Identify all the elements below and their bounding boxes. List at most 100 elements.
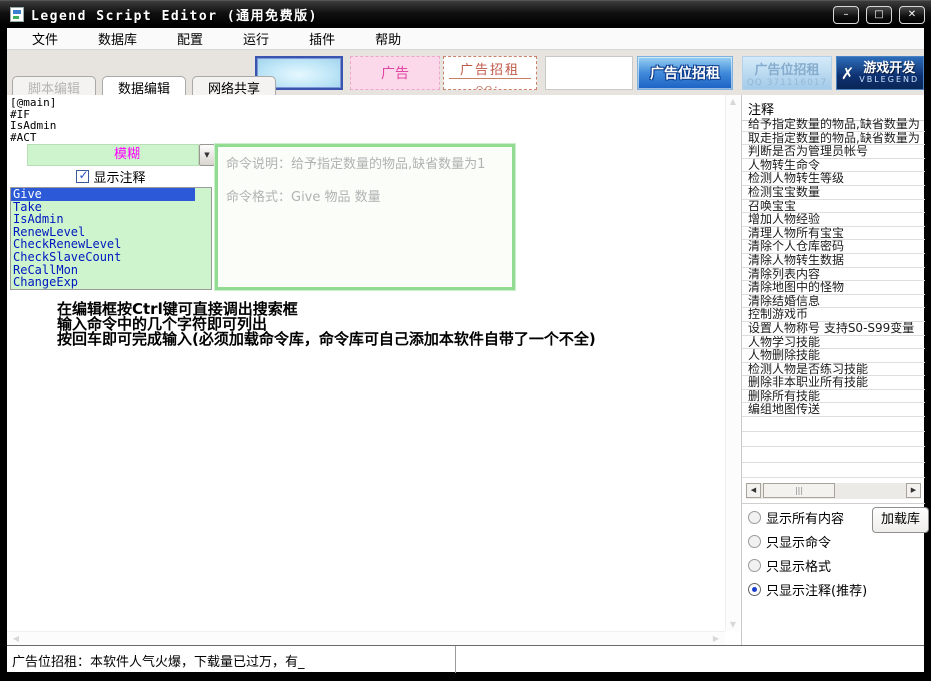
menu-item[interactable]: 文件 [19, 27, 71, 50]
command-list-item[interactable]: IsAdmin [11, 213, 211, 226]
tab-bar: 脚本编辑数据编辑网络共享 [7, 76, 276, 95]
command-list-item[interactable]: CheckSlaveCount [11, 251, 211, 264]
comment-list-item[interactable]: 清除人物转生数据 [742, 254, 925, 268]
app-icon [10, 7, 24, 22]
show-comment-row: 显示注释 [10, 166, 212, 187]
comment-list-item[interactable]: 取走指定数量的物品,缺省数量为 [742, 132, 925, 146]
load-library-button[interactable]: 加载库 [872, 507, 929, 533]
ad-banner-empty[interactable] [545, 56, 633, 90]
ad-banner-rent[interactable]: 广告招租 QQ：371116017 [443, 56, 537, 90]
scroll-right-icon[interactable]: ▶ [709, 632, 723, 646]
display-filter-radio[interactable]: 只显示注释(推荐) [748, 581, 924, 597]
comment-list-item[interactable]: 编组地图传送 [742, 403, 925, 417]
editor-vertical-scrollbar[interactable]: ▲ ▼ [725, 95, 740, 631]
match-mode-combobox[interactable]: 模糊 [27, 144, 199, 166]
ad-rent-title: 广告招租 [449, 57, 531, 79]
command-list[interactable]: GiveTakeIsAdminRenewLevelCheckRenewLevel… [10, 187, 212, 290]
show-comment-checkbox[interactable] [76, 170, 89, 183]
radio-label: 只显示命令 [766, 532, 831, 551]
menu-item[interactable]: 帮助 [362, 27, 414, 50]
comment-list-item[interactable]: 检测人物是否练习技能 [742, 363, 925, 377]
display-filter-radio[interactable]: 只显示命令 [748, 533, 924, 549]
ad-banner-rent-blue[interactable]: 广告位招租 [637, 56, 733, 90]
scroll-left-icon[interactable]: ◀ [746, 483, 761, 498]
comment-list-item[interactable]: 人物学习技能 [742, 336, 925, 350]
command-list-item[interactable]: ChangeExp [11, 276, 211, 289]
scroll-left-icon[interactable]: ◀ [9, 632, 23, 646]
description-line: 命令说明：给予指定数量的物品,缺省数量为1 [218, 147, 512, 172]
comment-list-item[interactable] [742, 417, 925, 432]
comment-list-item[interactable]: 删除非本职业所有技能 [742, 376, 925, 390]
comment-list-item[interactable]: 检测宝宝数量 [742, 186, 925, 200]
menu-item[interactable]: 配置 [164, 27, 216, 50]
radio-icon[interactable] [748, 583, 761, 596]
code-text: [@main]#IFIsAdmin#ACT [10, 97, 56, 143]
comment-list-item[interactable] [742, 447, 925, 462]
status-bar: 广告位招租：本软件人气火爆，下载量已过万，有_ [7, 645, 924, 672]
comment-list-item[interactable]: 召唤宝宝 [742, 200, 925, 214]
sidebar-divider [742, 503, 925, 504]
vblegend-logo-icon: ✗ [841, 64, 854, 83]
ad-banner-pink[interactable]: 广告 [350, 56, 440, 90]
comment-list-item[interactable]: 删除所有技能 [742, 390, 925, 404]
code-line: #ACT [10, 132, 56, 144]
comment-list-item[interactable]: 给予指定数量的物品,缺省数量为 [742, 118, 925, 132]
command-list-item[interactable]: Give [11, 188, 195, 201]
app-window: Legend Script Editor (通用免费版) – □ ✕ 文件数据库… [0, 0, 931, 681]
comment-list-item[interactable]: 检测人物转生等级 [742, 172, 925, 186]
menu-bar: 文件数据库配置运行插件帮助 [7, 28, 924, 50]
window-controls: – □ ✕ [833, 6, 925, 24]
minimize-button[interactable]: – [833, 6, 859, 24]
usage-hint: 在编辑框按Ctrl键可直接调出搜索框输入命令中的几个字符即可列出按回车即可完成输… [57, 302, 596, 347]
script-editor[interactable]: [@main]#IFIsAdmin#ACT 模糊 ▼ 显示注释 GiveTake… [7, 95, 741, 645]
menu-item[interactable]: 插件 [296, 27, 348, 50]
comment-list[interactable]: 给予指定数量的物品,缺省数量为取走指定数量的物品,缺省数量为判断是否为管理员帐号… [742, 118, 925, 478]
scroll-down-icon[interactable]: ▼ [726, 620, 740, 629]
command-popup: 模糊 ▼ 显示注释 GiveTakeIsAdminRenewLevelCheck… [10, 144, 515, 290]
comment-list-item[interactable]: 清理人物所有宝宝 [742, 227, 925, 241]
comment-list-item[interactable]: 判断是否为管理员帐号 [742, 145, 925, 159]
code-line: IsAdmin [10, 120, 56, 132]
tab[interactable]: 脚本编辑 [12, 76, 96, 95]
comment-list-item[interactable]: 控制游戏币 [742, 308, 925, 322]
match-mode-value: 模糊 [86, 147, 140, 162]
menu-item[interactable]: 数据库 [85, 27, 150, 50]
radio-icon[interactable] [748, 559, 761, 572]
ad-faded-qq: QQ 371116017 [743, 78, 831, 88]
show-comment-label: 显示注释 [93, 167, 145, 186]
ad-rent-blue-label: 广告位招租 [650, 63, 720, 83]
radio-label: 只显示注释(推荐) [766, 580, 867, 599]
comment-list-item[interactable]: 清除列表内容 [742, 268, 925, 282]
hint-line: 按回车即可完成输入(必须加载命令库，命令库可自己添加本软件自带了一个不全) [57, 332, 596, 347]
ad-faded-title: 广告位招租 [743, 59, 831, 78]
ad-banner-rent-faded[interactable]: 广告位招租 QQ 371116017 [742, 56, 832, 90]
radio-icon[interactable] [748, 535, 761, 548]
display-filter-radio[interactable]: 只显示格式 [748, 557, 924, 573]
comment-list-item[interactable]: 人物转生命令 [742, 159, 925, 173]
description-line: 命令格式：Give 物品 数量 [218, 172, 512, 205]
comment-list-item[interactable]: 增加人物经验 [742, 213, 925, 227]
comment-list-item[interactable]: 清除地图中的怪物 [742, 281, 925, 295]
menu-item[interactable]: 运行 [230, 27, 282, 50]
comment-list-hscrollbar[interactable]: ◀ ||| ▶ [746, 483, 921, 499]
vblegend-sub: VBLEGEND [859, 75, 919, 84]
close-button[interactable]: ✕ [899, 6, 925, 24]
maximize-button[interactable]: □ [866, 6, 892, 24]
ad-banner-vblegend[interactable]: ✗ 游戏开发 VBLEGEND [836, 56, 924, 90]
comment-list-item[interactable]: 清除个人仓库密码 [742, 240, 925, 254]
comment-list-item[interactable]: 人物删除技能 [742, 349, 925, 363]
comment-list-item[interactable]: 设置人物称号 支持S0-S99变量 [742, 322, 925, 336]
status-divider [455, 646, 456, 673]
comment-list-item[interactable]: 清除结婚信息 [742, 295, 925, 309]
comment-list-item[interactable] [742, 432, 925, 447]
combobox-dropdown-icon[interactable]: ▼ [199, 144, 215, 166]
tab[interactable]: 数据编辑 [102, 76, 186, 95]
tab[interactable]: 网络共享 [192, 76, 276, 95]
scroll-up-icon[interactable]: ▲ [726, 97, 740, 106]
radio-icon[interactable] [748, 511, 761, 524]
scroll-right-icon[interactable]: ▶ [906, 483, 921, 498]
radio-label: 显示所有内容 [766, 508, 844, 527]
scrollbar-thumb[interactable]: ||| [763, 483, 835, 498]
comment-list-item[interactable] [742, 463, 925, 478]
editor-horizontal-scrollbar[interactable]: ◀ ▶ [7, 631, 725, 645]
